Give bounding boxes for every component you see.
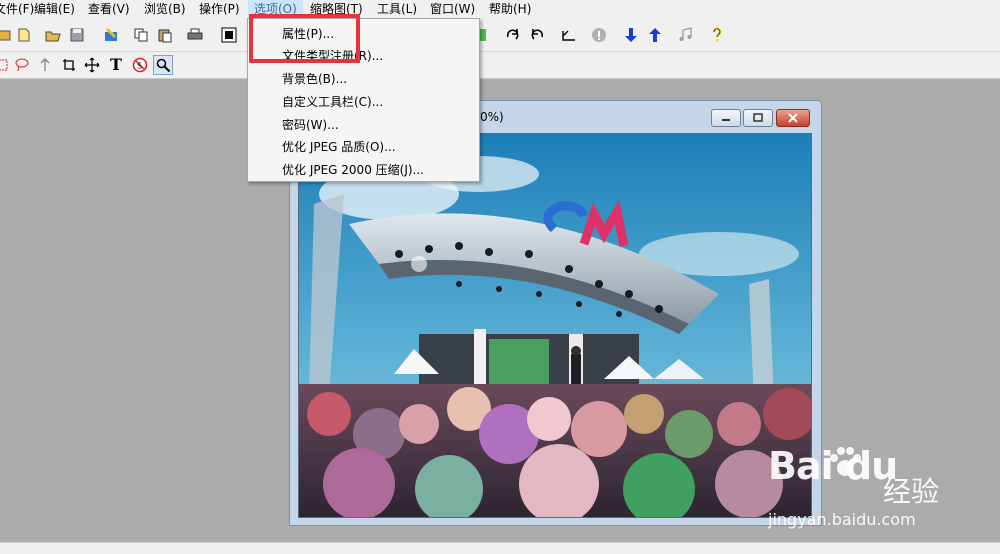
menu-actions[interactable]: 操作(P) — [193, 0, 246, 18]
print-icon[interactable] — [185, 25, 205, 45]
menu-item-customize-toolbar[interactable]: 自定义工具栏(C)... — [282, 93, 383, 110]
adjust-icon[interactable] — [559, 25, 579, 45]
arrow-down-icon[interactable] — [621, 25, 641, 45]
arrow-tool-icon[interactable] — [35, 55, 55, 75]
arrow-up-icon[interactable] — [645, 25, 665, 45]
zoom-icon[interactable] — [153, 55, 173, 75]
svg-text:S: S — [137, 62, 142, 71]
baidu-watermark: Bai du 经验 jingyan.baidu.com — [768, 444, 1000, 534]
paw-icon — [830, 447, 861, 476]
music-icon[interactable] — [675, 25, 695, 45]
info-icon[interactable] — [589, 25, 609, 45]
lasso-icon[interactable] — [12, 55, 32, 75]
menu-bar: 文件(F) 编辑(E) 查看(V) 浏览(B) 操作(P) 选项(O) 缩略图(… — [0, 0, 1000, 18]
paste-icon[interactable] — [155, 25, 175, 45]
rect-select-icon[interactable] — [0, 55, 12, 75]
new-file-icon[interactable] — [14, 25, 34, 45]
rotate-right-icon[interactable] — [503, 25, 523, 45]
menu-item-password[interactable]: 密码(W)... — [282, 116, 339, 133]
help-icon[interactable] — [707, 25, 727, 45]
menu-help[interactable]: 帮助(H) — [483, 0, 537, 18]
menu-browse[interactable]: 浏览(B) — [138, 0, 192, 18]
menu-item-optimize-jpeg[interactable]: 优化 JPEG 品质(O)... — [282, 138, 396, 155]
image-window-title: 0%) — [480, 110, 504, 124]
red-eye-icon[interactable]: S — [130, 55, 150, 75]
status-bar — [0, 542, 1000, 554]
tools-toolbar: T S — [0, 52, 1000, 79]
open-folder-icon[interactable] — [0, 25, 14, 45]
minimize-button[interactable] — [711, 109, 741, 127]
save-icon[interactable] — [67, 25, 87, 45]
maximize-button[interactable] — [743, 109, 773, 127]
menu-item-background-color[interactable]: 背景色(B)... — [282, 70, 347, 87]
menu-item-optimize-jpeg2000[interactable]: 优化 JPEG 2000 压缩(J)... — [282, 161, 424, 178]
menu-tools[interactable]: 工具(L) — [371, 0, 423, 18]
fullscreen-icon[interactable] — [219, 25, 239, 45]
menu-edit[interactable]: 编辑(E) — [28, 0, 81, 18]
move-icon[interactable] — [82, 55, 102, 75]
close-button[interactable] — [776, 109, 810, 127]
main-toolbar — [0, 18, 1000, 52]
watermark-url: jingyan.baidu.com — [768, 510, 916, 529]
crop-icon[interactable] — [59, 55, 79, 75]
menu-view[interactable]: 查看(V) — [82, 0, 136, 18]
image-edit-icon[interactable] — [101, 25, 121, 45]
rotate-left-icon[interactable] — [527, 25, 547, 45]
concert-photo — [298, 133, 812, 518]
menu-window[interactable]: 窗口(W) — [424, 0, 481, 18]
highlight-annotation — [249, 14, 360, 63]
copy-icon[interactable] — [131, 25, 151, 45]
watermark-subtitle: 经验 — [883, 475, 940, 508]
text-tool-icon[interactable]: T — [106, 55, 126, 75]
open-icon[interactable] — [43, 25, 63, 45]
